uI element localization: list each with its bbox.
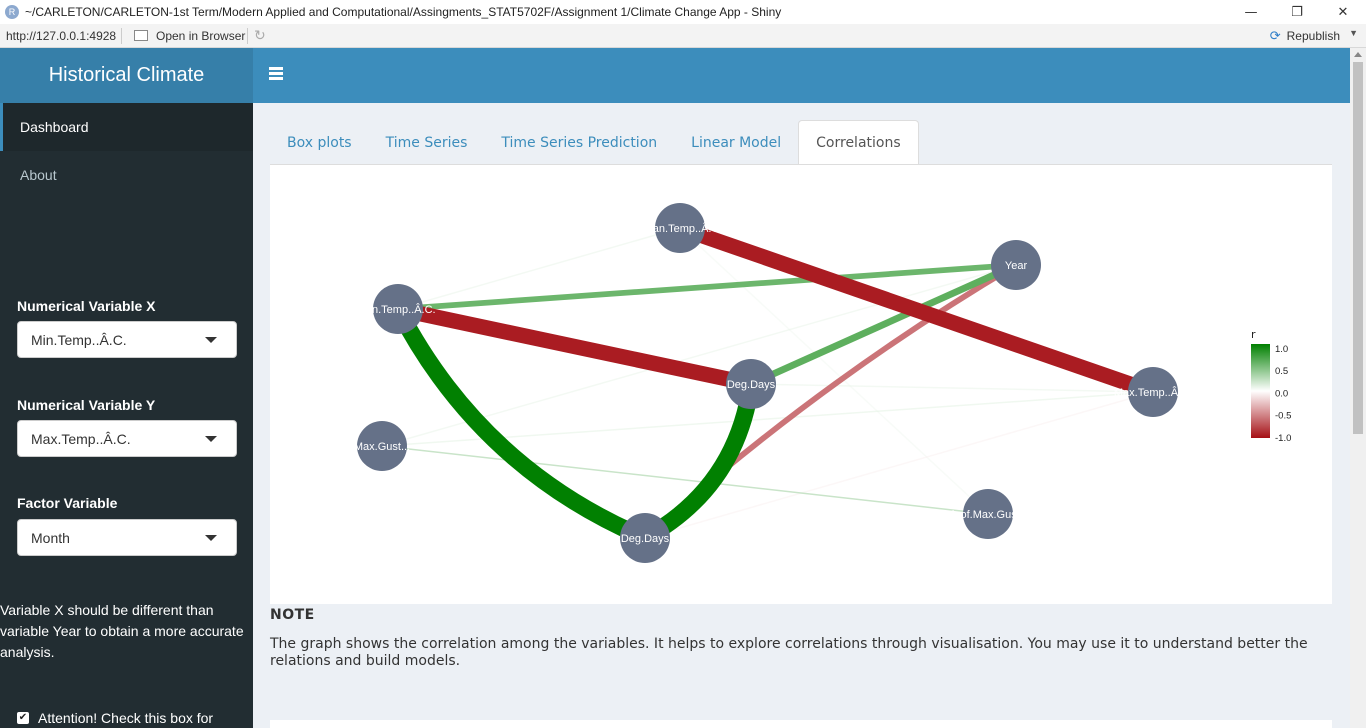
- x-variable-value: Min.Temp..Â.C.: [31, 331, 127, 348]
- window-title: ~/CARLETON/CARLETON-1st Term/Modern Appl…: [25, 5, 782, 19]
- factor-variable-label: Factor Variable: [17, 495, 118, 511]
- close-button[interactable]: ✕: [1320, 0, 1366, 24]
- x-variable-select[interactable]: Min.Temp..Â.C.: [17, 321, 237, 358]
- x-variable-label: Numerical Variable X: [17, 298, 156, 314]
- y-variable-value: Max.Temp..Â.C.: [31, 430, 131, 447]
- dashboard-brand: Historical Climate: [0, 48, 253, 103]
- open-in-browser-button[interactable]: Open in Browser: [122, 27, 248, 44]
- tab-box-plots[interactable]: Box plots: [270, 120, 369, 165]
- tab-time-series-prediction[interactable]: Time Series Prediction: [484, 120, 674, 165]
- sidebar-item-label: Dashboard: [20, 119, 89, 135]
- legend-colorbar: [1251, 344, 1270, 438]
- publish-icon: ⟳: [1269, 28, 1281, 43]
- node-label: Deg.Days: [727, 379, 776, 391]
- legend-tick-label: 0.5: [1275, 366, 1288, 377]
- factor-variable-select[interactable]: Month: [17, 519, 237, 556]
- viewer-toolbar: http://127.0.0.1:4928 Open in Browser ↻ …: [0, 24, 1366, 48]
- republish-dropdown-icon[interactable]: ▼: [1349, 28, 1358, 38]
- page-scrollbar[interactable]: [1350, 48, 1366, 728]
- node-label: Deg.Days: [621, 533, 670, 545]
- tab-correlations[interactable]: Correlations: [798, 120, 919, 165]
- attention-checkbox-label: Attention! Check this box for: [38, 710, 214, 726]
- tab-linear-model[interactable]: Linear Model: [674, 120, 798, 165]
- node-label: Max.Gust...: [354, 441, 410, 453]
- legend-tick-label: 0.0: [1275, 388, 1288, 399]
- y-variable-select[interactable]: Max.Temp..Â.C.: [17, 420, 237, 457]
- top-navbar: [253, 48, 1350, 103]
- legend-tick-label: -0.5: [1275, 411, 1291, 422]
- chevron-down-icon: [205, 337, 217, 343]
- node-label: Mean.Temp..Â.C.: [638, 222, 723, 235]
- correlation-edge: [397, 262, 1017, 312]
- legend-tick-label: -1.0: [1275, 433, 1291, 444]
- node-label: Dir.of.Max.Gust..1: [944, 509, 1032, 521]
- scrollbar-thumb[interactable]: [1353, 62, 1363, 434]
- node-label: Max.Temp..Â.C.: [1114, 386, 1192, 399]
- node-label: Year: [1005, 260, 1028, 272]
- tab-bar: Box plots Time Series Time Series Predic…: [270, 120, 919, 165]
- attention-checkbox[interactable]: ✔: [17, 712, 29, 724]
- factor-variable-value: Month: [31, 529, 70, 546]
- rstudio-icon: R: [5, 5, 19, 19]
- attention-checkbox-row[interactable]: ✔ Attention! Check this box for: [17, 710, 213, 726]
- republish-label: Republish: [1286, 29, 1340, 43]
- note-text: The graph shows the correlation among th…: [270, 636, 1308, 669]
- refresh-icon[interactable]: ↻: [254, 27, 266, 44]
- open-in-browser-label: Open in Browser: [156, 28, 246, 43]
- sidebar: Dashboard About Numerical Variable X Min…: [0, 103, 253, 728]
- window-titlebar: R ~/CARLETON/CARLETON-1st Term/Modern Ap…: [0, 0, 1366, 24]
- sidebar-toggle-icon[interactable]: [269, 67, 283, 82]
- note-title: NOTE: [270, 607, 315, 623]
- node-label: Min.Temp..Â.C.: [360, 303, 435, 316]
- correlation-plot-panel: Min.Temp..Â.C. Year Max.Temp..Â.C. Deg.Days…: [270, 165, 1332, 604]
- republish-button[interactable]: ⟳ Republish: [1270, 28, 1340, 44]
- chevron-down-icon: [205, 535, 217, 541]
- sidebar-note: Variable X should be different than vari…: [0, 602, 244, 660]
- sidebar-item-label: About: [20, 167, 57, 183]
- browser-window-icon: [134, 30, 148, 41]
- scroll-up-icon[interactable]: [1354, 52, 1362, 57]
- legend-title: r: [1251, 328, 1256, 341]
- url-display: http://127.0.0.1:4928: [0, 27, 122, 44]
- minimize-button[interactable]: —: [1228, 0, 1274, 24]
- correlation-edge: [640, 382, 760, 546]
- legend-tick-label: 1.0: [1275, 344, 1288, 355]
- correlation-edge: [396, 301, 753, 392]
- correlation-edge: [750, 383, 1154, 393]
- correlation-network-chart: Min.Temp..Â.C. Year Max.Temp..Â.C. Deg.Days…: [354, 203, 1291, 563]
- next-box: [270, 720, 1332, 728]
- maximize-button[interactable]: ❐: [1274, 0, 1320, 24]
- sidebar-item-dashboard[interactable]: Dashboard: [0, 103, 253, 151]
- shiny-dashboard: Historical Climate Dashboard About Numer…: [0, 48, 1366, 728]
- sidebar-item-about[interactable]: About: [0, 151, 253, 199]
- chevron-down-icon: [205, 436, 217, 442]
- correlation-edge: [390, 305, 649, 546]
- tab-time-series[interactable]: Time Series: [369, 120, 485, 165]
- y-variable-label: Numerical Variable Y: [17, 397, 156, 413]
